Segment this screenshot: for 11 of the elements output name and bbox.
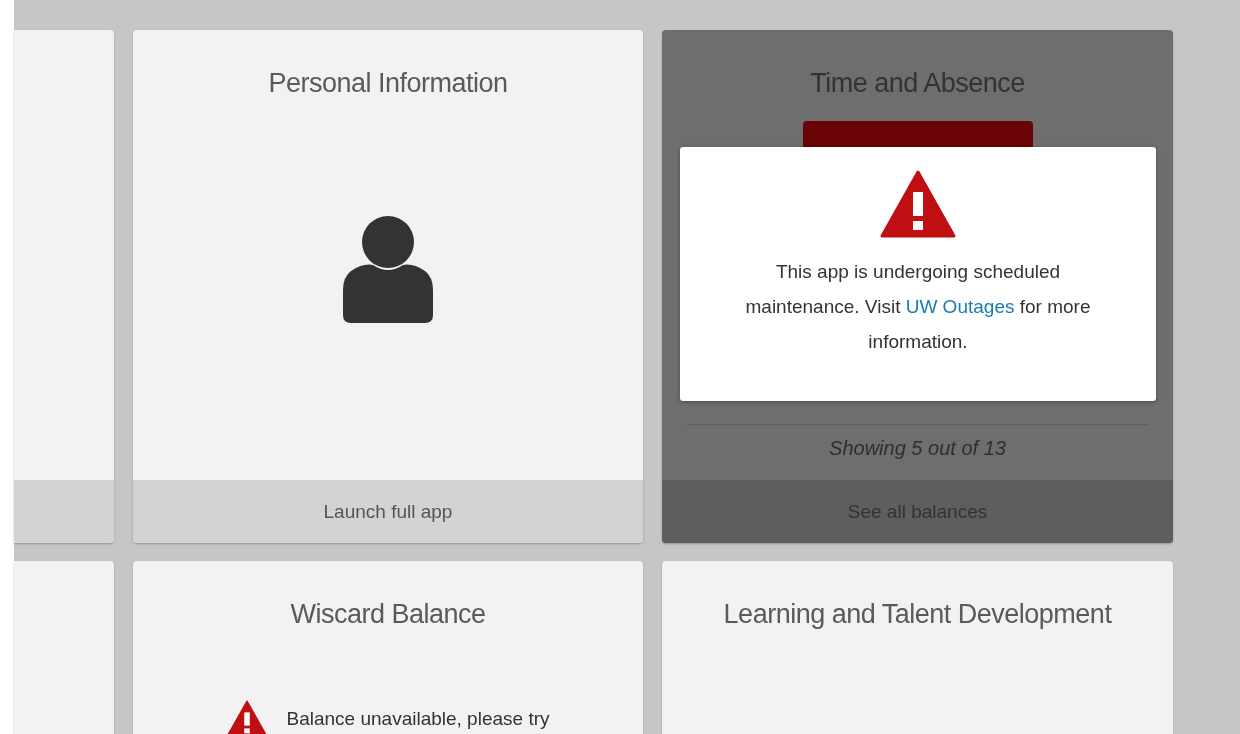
- error-message: Balance unavailable, please try: [286, 708, 550, 730]
- card-title: Wiscard Balance: [289, 599, 487, 630]
- card-title: Learning and Talent Development: [722, 599, 1113, 630]
- card-title: Time and Absence: [809, 68, 1026, 99]
- card-title: Personal Information: [267, 68, 509, 99]
- warning-icon: [880, 170, 956, 238]
- person-icon: [343, 215, 433, 323]
- warning-icon: [226, 700, 269, 734]
- footer-link[interactable]: Launch full app: [133, 480, 643, 543]
- maintenance-message: This app is undergoing scheduled maintenance. Visit UW Outages for more information.: [744, 260, 1092, 354]
- balance-count: Showing 5 out of 13: [829, 437, 1006, 460]
